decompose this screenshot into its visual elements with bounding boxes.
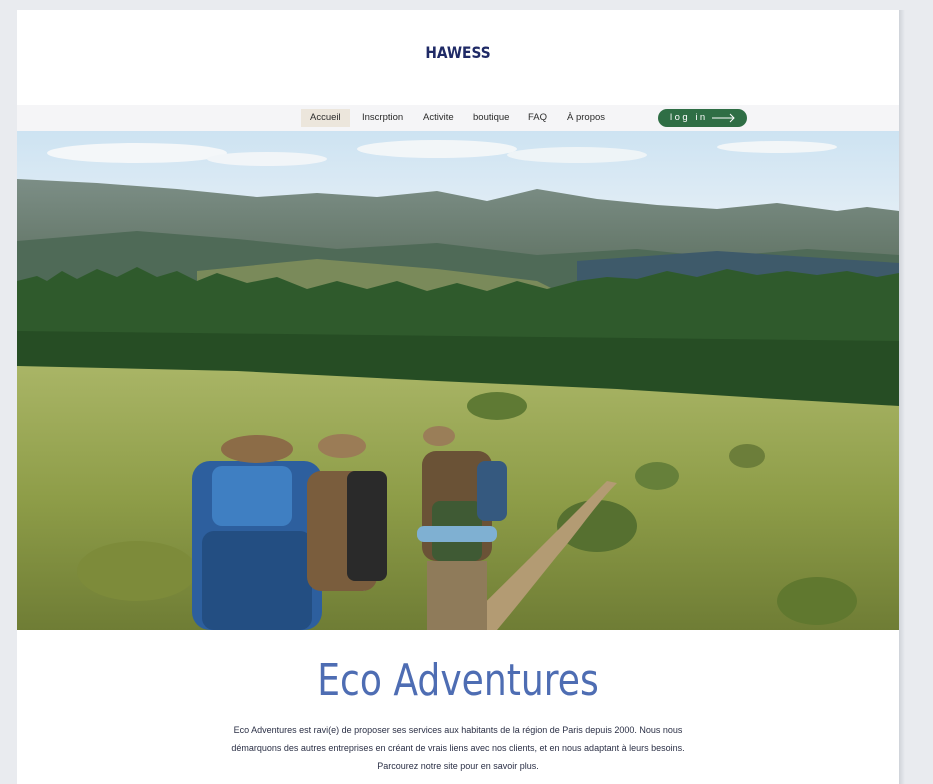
nav-item-faq[interactable]: FAQ bbox=[519, 109, 556, 127]
site-page: HAWESS Accueil Inscrption Activite bouti… bbox=[17, 10, 899, 784]
login-button-label: log in bbox=[670, 112, 708, 123]
nav-item-inscription[interactable]: Inscrption bbox=[353, 109, 412, 127]
login-button[interactable]: log in bbox=[658, 109, 747, 127]
intro-line: démarquons des autres entreprises en cré… bbox=[231, 743, 685, 753]
arrow-right-icon bbox=[712, 113, 735, 123]
nav-item-activite[interactable]: Activite bbox=[414, 109, 463, 127]
main-navigation: Accueil Inscrption Activite boutique FAQ… bbox=[17, 105, 899, 131]
hikers-in-mountain-meadow-photo bbox=[17, 131, 899, 630]
intro-line: Parcourez notre site pour en savoir plus… bbox=[377, 761, 539, 771]
hero-image bbox=[17, 131, 899, 630]
intro-line: Eco Adventures est ravi(e) de proposer s… bbox=[233, 725, 683, 735]
page-headline: Eco Adventures bbox=[317, 655, 599, 706]
site-title[interactable]: HAWESS bbox=[79, 43, 838, 62]
nav-item-a-propos[interactable]: À propos bbox=[558, 109, 614, 127]
nav-item-accueil[interactable]: Accueil bbox=[301, 109, 350, 127]
page-edge-shadow bbox=[899, 10, 905, 784]
nav-item-boutique[interactable]: boutique bbox=[464, 109, 518, 127]
intro-paragraph: Eco Adventures est ravi(e) de proposer s… bbox=[208, 721, 708, 775]
